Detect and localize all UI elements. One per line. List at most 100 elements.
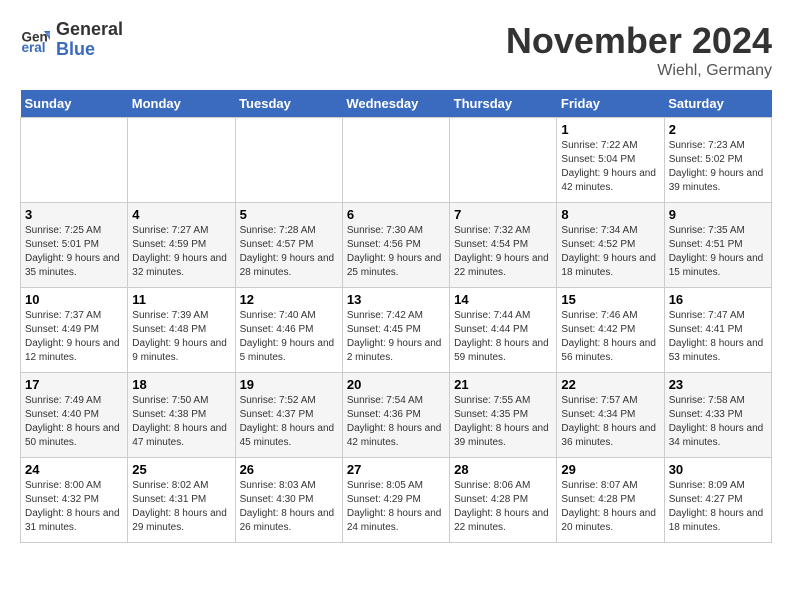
day-info: Sunrise: 8:09 AM Sunset: 4:27 PM Dayligh… [669,479,767,535]
day-cell-1-0: 3 Sunrise: 7:25 AM Sunset: 5:01 PM Daylig… [21,203,128,288]
day-number: 6 [347,207,445,222]
day-number: 26 [240,462,338,477]
month-title: November 2024 [506,20,772,62]
logo-text: General Blue [56,20,123,60]
day-info: Sunrise: 8:06 AM Sunset: 4:28 PM Dayligh… [454,479,552,535]
day-info: Sunrise: 7:35 AM Sunset: 4:51 PM Dayligh… [669,224,767,280]
calendar-header-row: Sunday Monday Tuesday Wednesday Thursday… [21,90,772,118]
day-info: Sunrise: 7:30 AM Sunset: 4:56 PM Dayligh… [347,224,445,280]
week-row-0: 1 Sunrise: 7:22 AM Sunset: 5:04 PM Daylig… [21,118,772,203]
day-number: 2 [669,122,767,137]
day-cell-3-5: 22 Sunrise: 7:57 AM Sunset: 4:34 PM Dayli… [557,373,664,458]
day-info: Sunrise: 7:40 AM Sunset: 4:46 PM Dayligh… [240,309,338,365]
day-info: Sunrise: 8:07 AM Sunset: 4:28 PM Dayligh… [561,479,659,535]
day-cell-4-4: 28 Sunrise: 8:06 AM Sunset: 4:28 PM Dayli… [450,458,557,543]
logo-general-text: General [56,20,123,40]
day-info: Sunrise: 7:46 AM Sunset: 4:42 PM Dayligh… [561,309,659,365]
day-info: Sunrise: 7:27 AM Sunset: 4:59 PM Dayligh… [132,224,230,280]
day-info: Sunrise: 8:00 AM Sunset: 4:32 PM Dayligh… [25,479,123,535]
day-info: Sunrise: 7:39 AM Sunset: 4:48 PM Dayligh… [132,309,230,365]
week-row-1: 3 Sunrise: 7:25 AM Sunset: 5:01 PM Daylig… [21,203,772,288]
day-cell-3-4: 21Sunrise: 7:55 AM Sunset: 4:35 PM Dayli… [450,373,557,458]
day-number: 15 [561,292,659,307]
day-cell-2-6: 16Sunrise: 7:47 AM Sunset: 4:41 PM Dayli… [664,288,771,373]
day-info: Sunrise: 8:03 AM Sunset: 4:30 PM Dayligh… [240,479,338,535]
day-info: Sunrise: 7:54 AM Sunset: 4:36 PM Dayligh… [347,394,445,450]
day-cell-1-2: 5Sunrise: 7:28 AM Sunset: 4:57 PM Daylig… [235,203,342,288]
calendar-table: Sunday Monday Tuesday Wednesday Thursday… [20,90,772,543]
week-row-2: 10 Sunrise: 7:37 AM Sunset: 4:49 PM Dayli… [21,288,772,373]
day-cell-4-5: 29 Sunrise: 8:07 AM Sunset: 4:28 PM Dayli… [557,458,664,543]
day-number: 19 [240,377,338,392]
day-cell-3-1: 18Sunrise: 7:50 AM Sunset: 4:38 PM Dayli… [128,373,235,458]
day-info: Sunrise: 7:49 AM Sunset: 4:40 PM Dayligh… [25,394,123,450]
day-cell-3-6: 23 Sunrise: 7:58 AM Sunset: 4:33 PM Dayli… [664,373,771,458]
day-info: Sunrise: 7:50 AM Sunset: 4:38 PM Dayligh… [132,394,230,450]
day-cell-3-2: 19 Sunrise: 7:52 AM Sunset: 4:37 PM Dayli… [235,373,342,458]
day-number: 22 [561,377,659,392]
day-cell-4-3: 27Sunrise: 8:05 AM Sunset: 4:29 PM Dayli… [342,458,449,543]
header-sunday: Sunday [21,90,128,118]
day-cell-2-2: 12 Sunrise: 7:40 AM Sunset: 4:46 PM Dayli… [235,288,342,373]
day-info: Sunrise: 7:37 AM Sunset: 4:49 PM Dayligh… [25,309,123,365]
day-cell-0-3 [342,118,449,203]
day-cell-2-4: 14Sunrise: 7:44 AM Sunset: 4:44 PM Dayli… [450,288,557,373]
day-cell-0-0 [21,118,128,203]
day-cell-4-2: 26 Sunrise: 8:03 AM Sunset: 4:30 PM Dayli… [235,458,342,543]
day-number: 3 [25,207,123,222]
header-tuesday: Tuesday [235,90,342,118]
header: Gen eral General Blue November 2024 Wieh… [20,20,772,80]
day-number: 5 [240,207,338,222]
day-cell-1-6: 9Sunrise: 7:35 AM Sunset: 4:51 PM Daylig… [664,203,771,288]
logo: Gen eral General Blue [20,20,123,60]
day-info: Sunrise: 7:32 AM Sunset: 4:54 PM Dayligh… [454,224,552,280]
header-wednesday: Wednesday [342,90,449,118]
day-cell-1-1: 4 Sunrise: 7:27 AM Sunset: 4:59 PM Daylig… [128,203,235,288]
day-cell-2-0: 10 Sunrise: 7:37 AM Sunset: 4:49 PM Dayli… [21,288,128,373]
day-info: Sunrise: 7:25 AM Sunset: 5:01 PM Dayligh… [25,224,123,280]
day-number: 8 [561,207,659,222]
day-number: 10 [25,292,123,307]
day-cell-4-1: 25 Sunrise: 8:02 AM Sunset: 4:31 PM Dayli… [128,458,235,543]
location-title: Wiehl, Germany [506,62,772,80]
day-info: Sunrise: 7:58 AM Sunset: 4:33 PM Dayligh… [669,394,767,450]
day-cell-3-0: 17 Sunrise: 7:49 AM Sunset: 4:40 PM Dayli… [21,373,128,458]
day-info: Sunrise: 8:02 AM Sunset: 4:31 PM Dayligh… [132,479,230,535]
day-cell-0-4 [450,118,557,203]
week-row-4: 24Sunrise: 8:00 AM Sunset: 4:32 PM Dayli… [21,458,772,543]
logo-blue-text: Blue [56,40,123,60]
day-cell-0-5: 1 Sunrise: 7:22 AM Sunset: 5:04 PM Daylig… [557,118,664,203]
day-cell-1-4: 7 Sunrise: 7:32 AM Sunset: 4:54 PM Daylig… [450,203,557,288]
day-number: 7 [454,207,552,222]
day-cell-2-1: 11 Sunrise: 7:39 AM Sunset: 4:48 PM Dayli… [128,288,235,373]
day-info: Sunrise: 7:55 AM Sunset: 4:35 PM Dayligh… [454,394,552,450]
day-number: 1 [561,122,659,137]
day-cell-2-5: 15 Sunrise: 7:46 AM Sunset: 4:42 PM Dayli… [557,288,664,373]
day-number: 30 [669,462,767,477]
day-info: Sunrise: 7:52 AM Sunset: 4:37 PM Dayligh… [240,394,338,450]
day-info: Sunrise: 7:42 AM Sunset: 4:45 PM Dayligh… [347,309,445,365]
day-number: 28 [454,462,552,477]
day-info: Sunrise: 7:44 AM Sunset: 4:44 PM Dayligh… [454,309,552,365]
day-cell-3-3: 20Sunrise: 7:54 AM Sunset: 4:36 PM Dayli… [342,373,449,458]
logo-icon: Gen eral [20,25,50,55]
day-number: 29 [561,462,659,477]
day-number: 27 [347,462,445,477]
header-saturday: Saturday [664,90,771,118]
day-number: 12 [240,292,338,307]
day-info: Sunrise: 7:47 AM Sunset: 4:41 PM Dayligh… [669,309,767,365]
day-number: 25 [132,462,230,477]
day-number: 11 [132,292,230,307]
day-info: Sunrise: 7:22 AM Sunset: 5:04 PM Dayligh… [561,139,659,195]
day-number: 4 [132,207,230,222]
day-cell-2-3: 13Sunrise: 7:42 AM Sunset: 4:45 PM Dayli… [342,288,449,373]
header-friday: Friday [557,90,664,118]
week-row-3: 17 Sunrise: 7:49 AM Sunset: 4:40 PM Dayli… [21,373,772,458]
day-number: 17 [25,377,123,392]
title-section: November 2024 Wiehl, Germany [506,20,772,80]
day-cell-0-6: 2Sunrise: 7:23 AM Sunset: 5:02 PM Daylig… [664,118,771,203]
day-number: 23 [669,377,767,392]
day-cell-0-1 [128,118,235,203]
day-cell-4-0: 24Sunrise: 8:00 AM Sunset: 4:32 PM Dayli… [21,458,128,543]
day-info: Sunrise: 7:57 AM Sunset: 4:34 PM Dayligh… [561,394,659,450]
